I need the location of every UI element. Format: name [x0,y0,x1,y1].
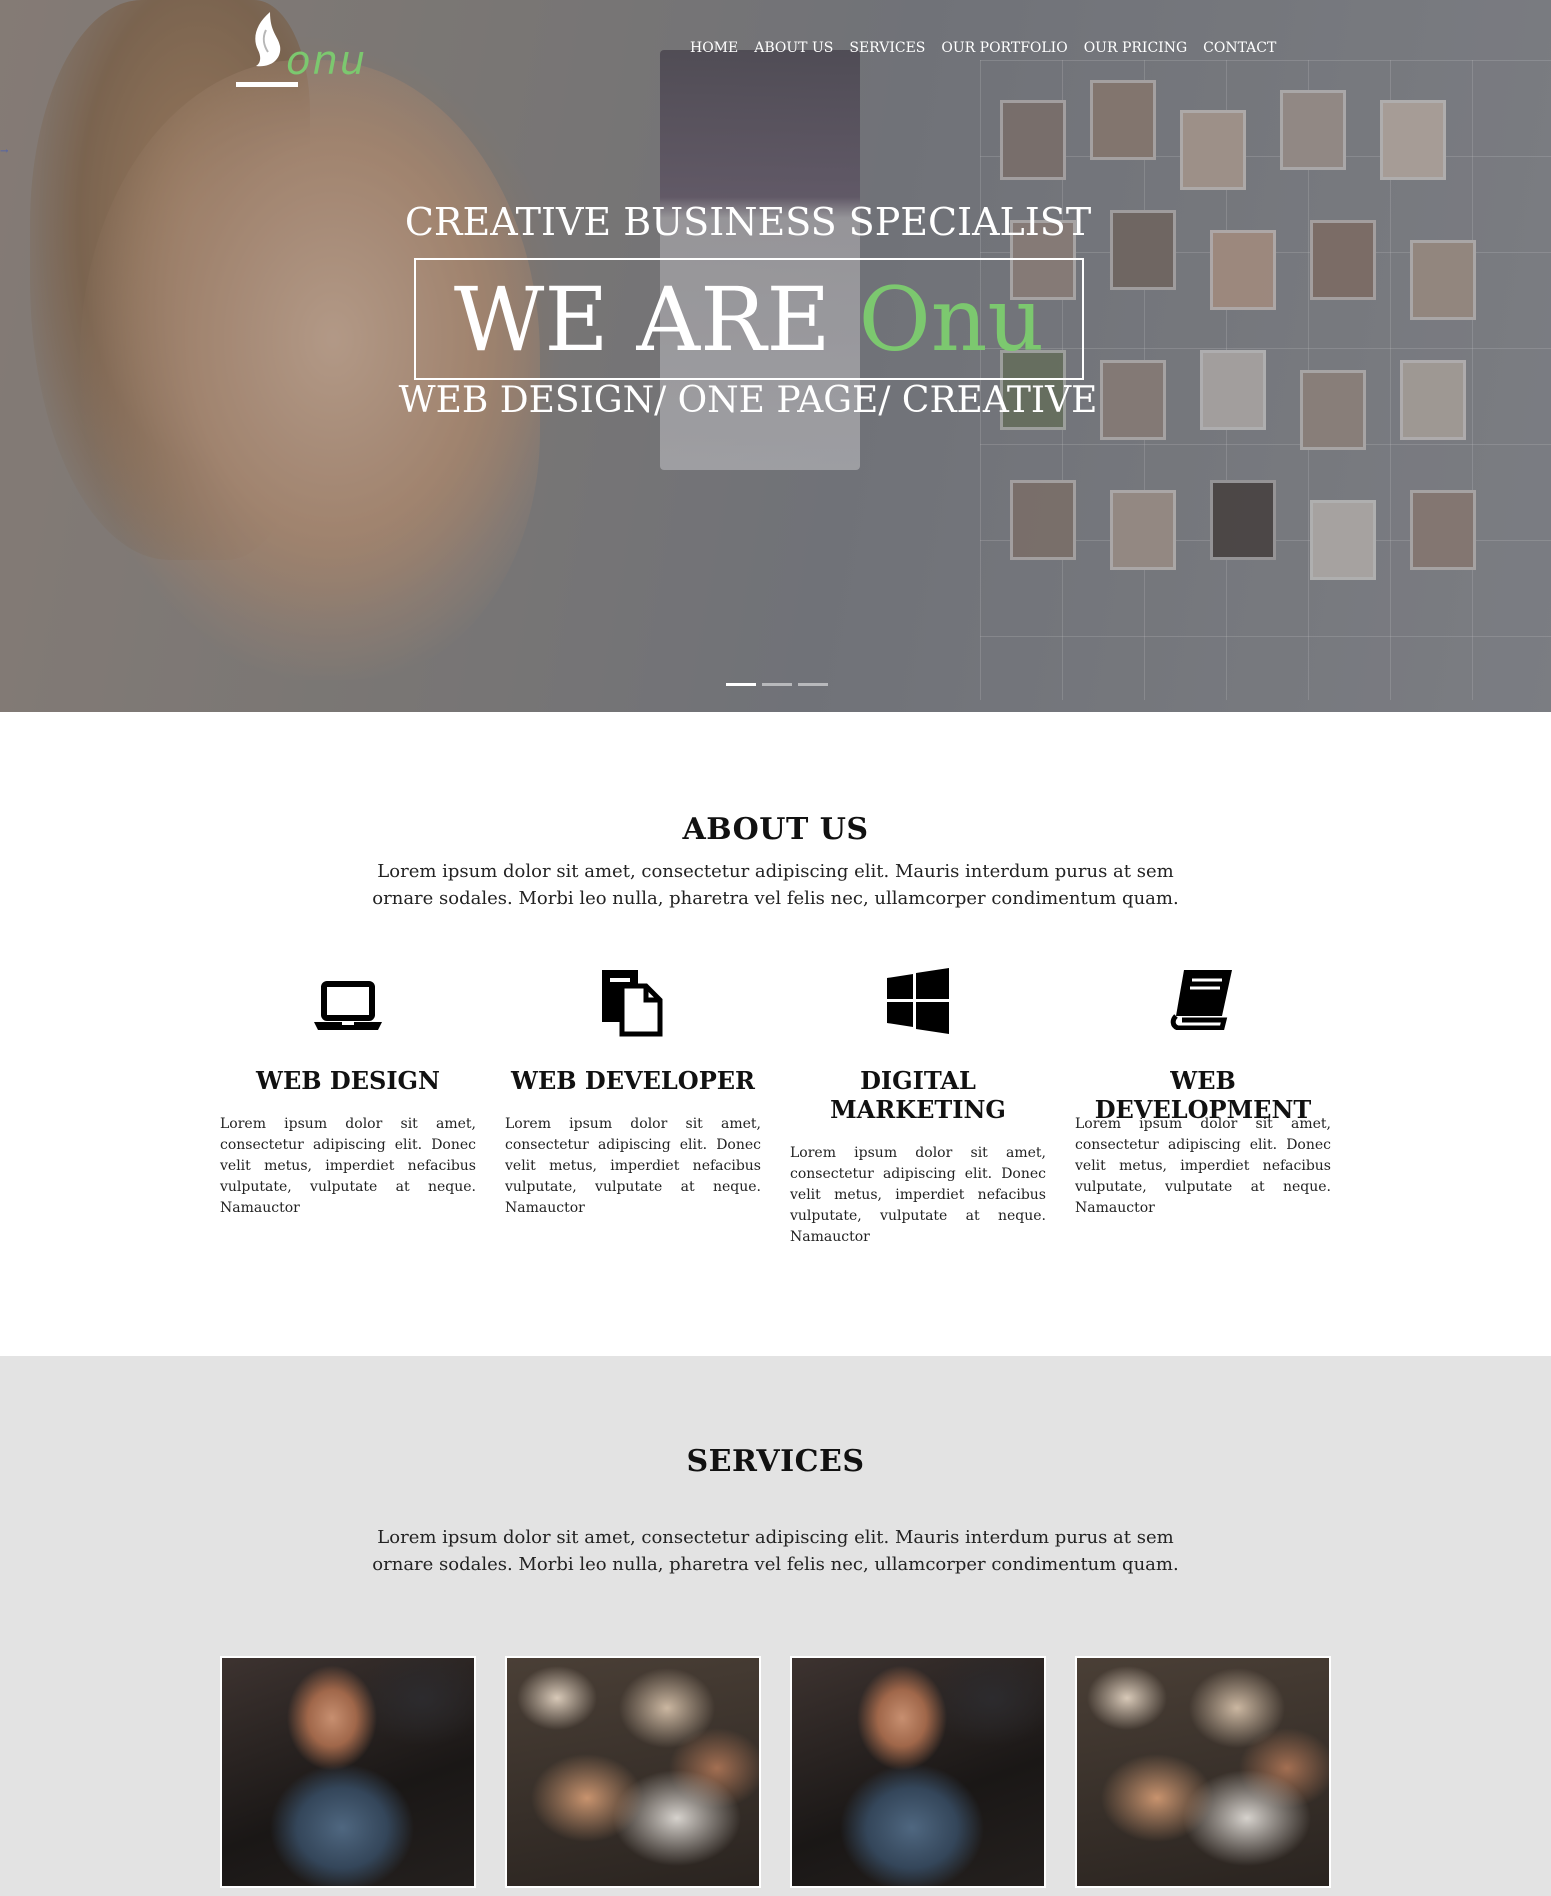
feature-text: Lorem ipsum dolor sit amet, consectetur … [220,1116,476,1216]
service-photo-3[interactable] [790,1656,1046,1888]
nav-home[interactable]: HOME [690,40,738,56]
feature-title: WEB DESIGN [256,1066,440,1095]
about-section: ABOUT US Lorem ipsum dolor sit amet, con… [0,712,1551,1356]
book-icon [1075,968,1331,1038]
feature-text: Lorem ipsum dolor sit amet, consectetur … [790,1145,1046,1245]
nav-about-us[interactable]: ABOUT US [754,40,833,56]
nav-services[interactable]: SERVICES [849,40,925,56]
nav-contact[interactable]: CONTACT [1203,40,1276,56]
hero-headline: WE ARE Onu [454,268,1044,371]
logo-text: onu [286,38,368,84]
slide-indicator-3[interactable] [798,683,828,686]
laptop-icon [220,974,476,1044]
services-title: SERVICES [686,1444,865,1479]
about-text-line1: Lorem ipsum dolor sit amet, consectetur … [377,861,1174,882]
feature-title: WEB DEVELOPER [511,1066,755,1095]
feature-title: DIGITAL MARKETING [830,1066,1006,1124]
feature-text: Lorem ipsum dolor sit amet, consectetur … [1075,1116,1331,1216]
slide-indicator-1[interactable] [726,683,756,686]
hero-headline-box: WE ARE Onu [414,258,1084,380]
about-text-line2: ornare sodales. Morbi leo nulla, pharetr… [372,888,1179,909]
slider-indicators [726,683,828,686]
hero-subtitle: WEB DESIGN/ ONE PAGE/ CREATIVE [398,380,1098,421]
document-icon [505,966,761,1037]
services-section: SERVICES Lorem ipsum dolor sit amet, con… [0,1356,1551,1896]
feature-text: Lorem ipsum dolor sit amet, consectetur … [505,1116,761,1216]
slide-indicator-2[interactable] [762,683,792,686]
nav-our-pricing[interactable]: OUR PRICING [1084,40,1187,56]
hero-headline-prefix: WE ARE [453,267,831,371]
service-photo-4[interactable] [1075,1656,1331,1888]
logo[interactable]: onu [236,10,416,90]
main-nav: HOME ABOUT US SERVICES OUR PORTFOLIO OUR… [690,40,1292,56]
windows-icon [790,968,1046,1038]
hero-headline-accent: Onu [858,267,1045,371]
services-text-line2: ornare sodales. Morbi leo nulla, pharetr… [372,1554,1179,1575]
hero-title: CREATIVE BUSINESS SPECIALIST [404,200,1092,244]
side-arrow-icon[interactable]: → [0,146,8,157]
hero-slider: → onu HOME ABOUT US SERVICES OUR PORTFOL… [0,0,1551,712]
service-photo-2[interactable] [505,1656,761,1888]
nav-our-portfolio[interactable]: OUR PORTFOLIO [941,40,1067,56]
services-text-line1: Lorem ipsum dolor sit amet, consectetur … [377,1527,1174,1548]
about-title: ABOUT US [682,812,869,847]
service-photo-1[interactable] [220,1656,476,1888]
